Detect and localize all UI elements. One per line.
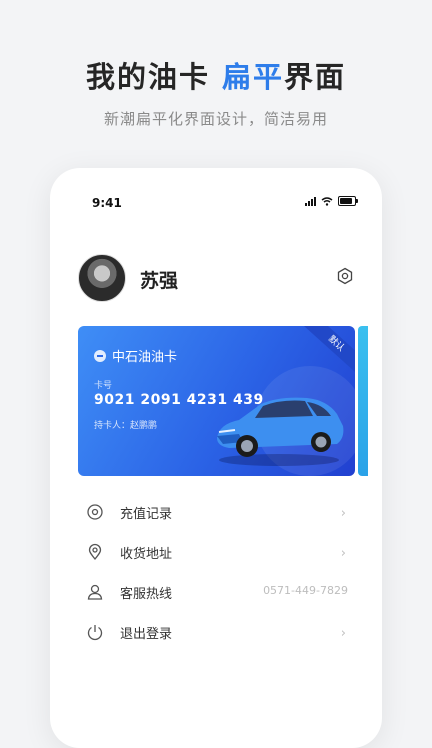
headline-accent: 扁平 — [221, 60, 284, 94]
headline-end: 界面 — [284, 60, 347, 94]
chevron-right-icon: › — [340, 626, 346, 641]
target-icon — [87, 504, 103, 520]
menu-list: 充值记录 › 收货地址 › 客服热线 0571-449-7829 退出登录 › — [78, 492, 354, 652]
car-icon — [217, 397, 344, 466]
phone-screen: 9:41 苏强 默认 中石油油卡 卡号 9021 2091 4231 439 持… — [64, 180, 368, 748]
menu-label: 退出登录 — [120, 626, 173, 642]
profile-name: 苏强 — [140, 270, 179, 292]
menu-item-address[interactable]: 收货地址 › — [78, 532, 354, 572]
hotline-number[interactable]: 0571-449-7829 — [263, 584, 348, 597]
wifi-icon — [321, 197, 333, 206]
card-brand: 中石油油卡 — [94, 346, 177, 365]
page-headline: 我的油卡 扁平界面 — [0, 54, 432, 96]
phone-frame: 9:41 苏强 默认 中石油油卡 卡号 9021 2091 4231 439 持… — [50, 168, 382, 748]
brand-logo-icon — [94, 349, 106, 362]
menu-label: 收货地址 — [120, 546, 173, 562]
signal-icon — [305, 196, 316, 206]
card-holder: 持卡人：赵鹏鹏 — [94, 421, 158, 431]
menu-item-logout[interactable]: 退出登录 › — [78, 612, 354, 652]
settings-icon[interactable] — [336, 267, 354, 285]
menu-item-hotline[interactable]: 客服热线 0571-449-7829 — [78, 572, 354, 612]
status-time: 9:41 — [92, 196, 122, 210]
oil-card[interactable]: 默认 中石油油卡 卡号 9021 2091 4231 439 持卡人：赵鹏鹏 — [78, 326, 355, 476]
page-subtitle: 新潮扁平化界面设计，简洁易用 — [103, 110, 328, 128]
menu-label: 充值记录 — [120, 506, 173, 522]
headline-main: 我的油卡 — [85, 60, 210, 94]
chevron-right-icon: › — [340, 506, 346, 521]
card-brand-label: 中石油油卡 — [112, 350, 178, 365]
power-icon — [87, 625, 103, 641]
location-icon — [88, 543, 102, 561]
menu-item-recharge[interactable]: 充值记录 › — [78, 492, 354, 532]
status-icons — [305, 196, 358, 206]
battery-icon — [338, 196, 358, 206]
chevron-right-icon: › — [340, 546, 346, 561]
avatar[interactable] — [78, 254, 126, 302]
user-icon — [87, 584, 103, 600]
card-number-label: 卡号 — [94, 381, 113, 391]
menu-label: 客服热线 — [120, 586, 173, 602]
next-card-peek[interactable] — [358, 326, 368, 476]
